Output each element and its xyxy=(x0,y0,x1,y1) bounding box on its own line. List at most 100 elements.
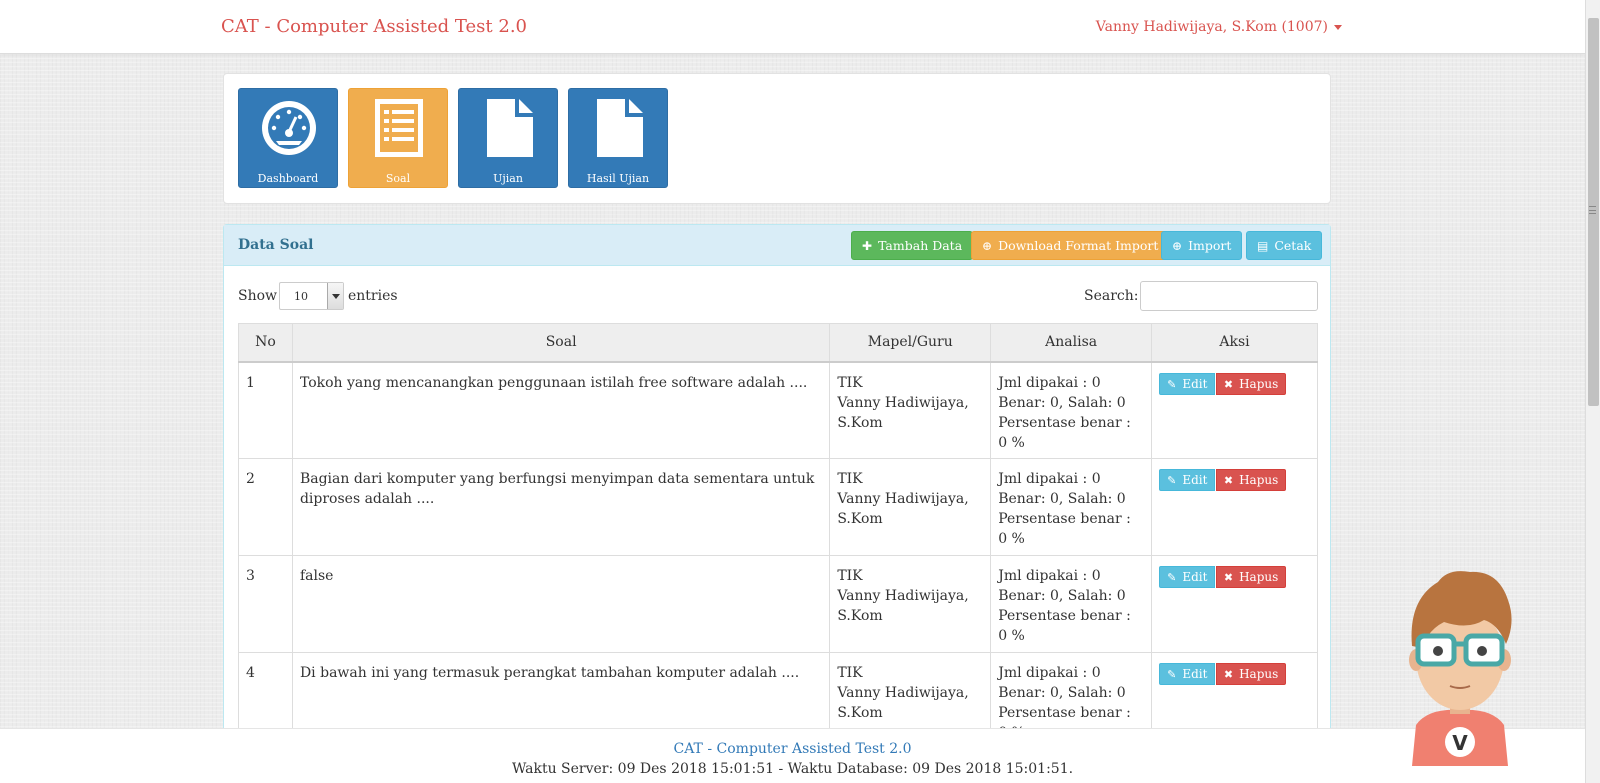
cell-soal: false xyxy=(291,555,831,653)
data-soal-panel: Data Soal ✚ Tambah Data ⊕ Download Format … xyxy=(223,224,1331,783)
menu-tiles-panel: Dashboard Soal Ujian Hasil Ujian xyxy=(223,73,1331,204)
hapus-label: Hapus xyxy=(1239,376,1279,391)
pencil-icon: ✎ xyxy=(1167,377,1177,391)
guru: Vanny Hadiwijaya, S.Kom xyxy=(837,394,969,431)
entries-select[interactable]: 10 xyxy=(279,282,344,310)
download-format-label: Download Format Import xyxy=(998,238,1159,253)
mascot-character-icon: V xyxy=(1409,571,1512,766)
persentase: Persentase benar : 0 % xyxy=(998,608,1131,644)
hapus-button[interactable]: ✖ Hapus xyxy=(1215,663,1287,685)
tile-dashboard[interactable]: Dashboard xyxy=(238,88,338,188)
panel-title: Data Soal xyxy=(238,237,314,253)
cell-soal: Bagian dari komputer yang berfungsi meny… xyxy=(291,458,831,556)
cell-aksi: ✎ Edit ✖ Hapus xyxy=(1151,361,1318,459)
cell-analisa: Jml dipakai : 0 Benar: 0, Salah: 0 Persent… xyxy=(990,361,1153,459)
jml-dipakai: Jml dipakai : 0 xyxy=(998,374,1101,391)
cell-no: 3 xyxy=(238,555,293,653)
mapel: TIK xyxy=(837,665,863,681)
edit-button[interactable]: ✎ Edit xyxy=(1159,566,1216,588)
benar-salah: Benar: 0, Salah: 0 xyxy=(998,394,1126,411)
import-label: Import xyxy=(1188,238,1232,253)
cell-mapel-guru: TIK Vanny Hadiwijaya, S.Kom xyxy=(829,555,992,653)
document-icon xyxy=(487,99,533,157)
panel-heading: Data Soal ✚ Tambah Data ⊕ Download Format … xyxy=(224,225,1330,266)
footer-title: CAT - Computer Assisted Test 2.0 xyxy=(673,741,912,757)
mascot-letter: V xyxy=(1452,731,1468,755)
edit-button[interactable]: ✎ Edit xyxy=(1159,469,1216,491)
app-brand[interactable]: CAT - Computer Assisted Test 2.0 xyxy=(221,16,527,37)
user-name: Vanny Hadiwijaya, S.Kom (1007) xyxy=(1095,19,1328,35)
show-label: Show xyxy=(238,288,278,304)
close-icon: ✖ xyxy=(1223,571,1234,584)
search-label: Search: xyxy=(1084,288,1139,304)
tile-hasil-ujian[interactable]: Hasil Ujian xyxy=(568,88,668,188)
edit-button[interactable]: ✎ Edit xyxy=(1159,663,1216,685)
cell-aksi: ✎ Edit ✖ Hapus xyxy=(1151,458,1318,556)
header-analisa[interactable]: Analisa xyxy=(990,323,1153,363)
header-no[interactable]: No xyxy=(238,323,293,363)
cell-analisa: Jml dipakai : 0 Benar: 0, Salah: 0 Persent… xyxy=(990,458,1153,556)
pencil-icon: ✎ xyxy=(1167,571,1177,584)
download-circle-icon: ⊕ xyxy=(982,239,993,253)
download-format-button[interactable]: ⊕ Download Format Import xyxy=(971,231,1170,260)
tile-label: Hasil Ujian xyxy=(586,172,650,185)
mapel: TIK xyxy=(837,568,863,584)
tambah-data-label: Tambah Data xyxy=(878,238,963,253)
cell-analisa: Jml dipakai : 0 Benar: 0, Salah: 0 Persent… xyxy=(990,555,1153,653)
hapus-button[interactable]: ✖ Hapus xyxy=(1215,566,1287,588)
benar-salah: Benar: 0, Salah: 0 xyxy=(998,588,1126,604)
edit-label: Edit xyxy=(1182,667,1208,681)
close-icon: ✖ xyxy=(1223,668,1234,681)
edit-label: Edit xyxy=(1182,376,1208,391)
list-icon xyxy=(375,99,423,157)
header-mapel-guru[interactable]: Mapel/Guru xyxy=(829,323,992,363)
hapus-button[interactable]: ✖ Hapus xyxy=(1215,372,1287,395)
tile-label: Ujian xyxy=(493,172,523,185)
hapus-button[interactable]: ✖ Hapus xyxy=(1215,469,1287,491)
tambah-data-button[interactable]: ✚ Tambah Data xyxy=(851,231,974,260)
header-soal[interactable]: Soal xyxy=(291,323,831,363)
user-menu[interactable]: Vanny Hadiwijaya, S.Kom (1007) xyxy=(1096,19,1342,35)
benar-salah: Benar: 0, Salah: 0 xyxy=(998,491,1126,507)
edit-button[interactable]: ✎ Edit xyxy=(1159,372,1216,395)
cell-no: 1 xyxy=(238,361,293,459)
select-arrow-icon xyxy=(327,283,343,309)
entries-label: entries xyxy=(348,288,398,304)
tile-label: Soal xyxy=(385,172,411,185)
pencil-icon: ✎ xyxy=(1167,668,1177,681)
search-input[interactable] xyxy=(1140,281,1318,311)
cell-mapel-guru: TIK Vanny Hadiwijaya, S.Kom xyxy=(829,361,992,459)
hapus-label: Hapus xyxy=(1239,570,1279,584)
cetak-button[interactable]: ▤ Cetak xyxy=(1246,231,1323,260)
dashboard-icon xyxy=(262,101,316,155)
guru: Vanny Hadiwijaya, S.Kom xyxy=(837,491,969,527)
table-header-row: No Soal Mapel/Guru Analisa Aksi xyxy=(238,323,1318,363)
hapus-label: Hapus xyxy=(1239,473,1279,487)
cell-aksi: ✎ Edit ✖ Hapus xyxy=(1151,555,1318,653)
print-icon: ▤ xyxy=(1257,239,1269,253)
benar-salah: Benar: 0, Salah: 0 xyxy=(998,685,1126,701)
pencil-icon: ✎ xyxy=(1167,474,1177,487)
plus-icon: ✚ xyxy=(862,239,873,253)
tile-soal[interactable]: Soal xyxy=(348,88,448,188)
edit-label: Edit xyxy=(1182,570,1208,584)
jml-dipakai: Jml dipakai : 0 xyxy=(998,665,1101,681)
guru: Vanny Hadiwijaya, S.Kom xyxy=(837,588,969,624)
table-row: 2 Bagian dari komputer yang berfungsi me… xyxy=(238,458,1318,556)
caret-down-icon xyxy=(1334,24,1342,30)
page-scrollbar[interactable] xyxy=(1585,0,1600,783)
close-icon: ✖ xyxy=(1223,474,1234,487)
table-row: 1 Tokoh yang mencanangkan penggunaan ist… xyxy=(238,361,1318,459)
close-icon: ✖ xyxy=(1223,377,1234,391)
upload-circle-icon: ⊕ xyxy=(1172,239,1183,253)
hapus-label: Hapus xyxy=(1239,667,1279,681)
tile-label: Dashboard xyxy=(257,172,319,185)
persentase: Persentase benar : 0 % xyxy=(998,414,1131,451)
table-row: 3 false TIK Vanny Hadiwijaya, S.Kom Jml d… xyxy=(238,555,1318,653)
import-button[interactable]: ⊕ Import xyxy=(1161,231,1243,260)
tile-ujian[interactable]: Ujian xyxy=(458,88,558,188)
cell-soal: Tokoh yang mencanangkan penggunaan istil… xyxy=(291,361,831,459)
persentase: Persentase benar : 0 % xyxy=(998,511,1131,547)
jml-dipakai: Jml dipakai : 0 xyxy=(998,568,1101,584)
edit-label: Edit xyxy=(1182,473,1208,487)
